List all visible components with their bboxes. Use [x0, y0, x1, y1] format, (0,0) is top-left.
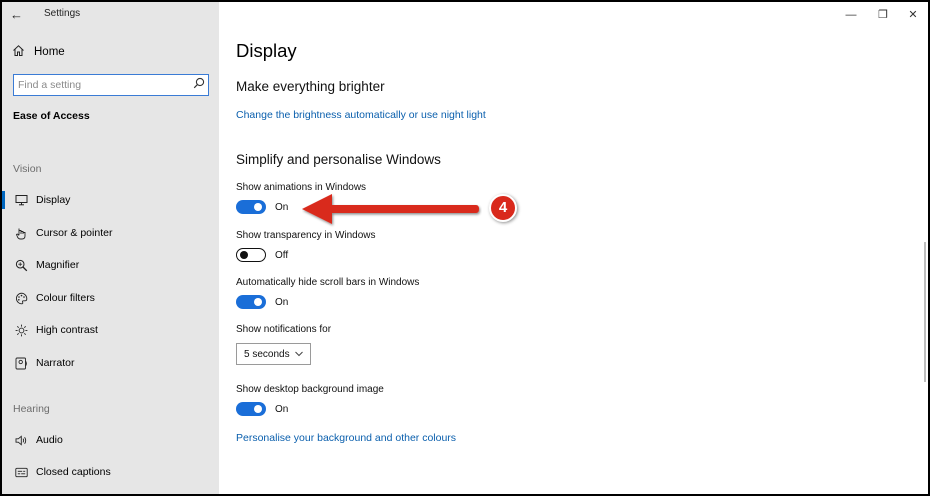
main-content: — ❐ ✕ Display Make everything brighter C… — [219, 2, 928, 494]
toggle-knob — [239, 250, 248, 259]
search-box[interactable] — [13, 74, 209, 96]
toggle-knob — [254, 298, 262, 306]
minimize-button[interactable]: — — [837, 6, 865, 24]
sidebar-item-label: Colour filters — [36, 292, 95, 304]
toggle-knob — [254, 405, 262, 413]
brighter-heading: Make everything brighter — [236, 79, 385, 94]
sidebar-item-label: Audio — [36, 434, 63, 446]
magnifier-icon — [13, 259, 29, 272]
sidebar-item-label: High contrast — [36, 324, 98, 336]
minimize-icon: — — [845, 9, 857, 21]
simplify-heading: Simplify and personalise Windows — [236, 152, 441, 167]
group-label-hearing: Hearing — [13, 403, 50, 415]
animations-setting: On — [236, 198, 288, 216]
toggle-state: On — [275, 403, 289, 415]
transparency-toggle[interactable] — [236, 248, 266, 262]
monitor-icon — [13, 194, 29, 206]
sun-icon — [13, 324, 29, 337]
sidebar-item-label: Display — [36, 194, 71, 206]
settings-window: ← Settings Home Ease of Access Vision Di… — [2, 2, 928, 494]
personalise-link[interactable]: Personalise your background and other co… — [236, 432, 456, 444]
home-icon — [12, 44, 26, 60]
narrator-icon — [13, 357, 29, 370]
transparency-label: Show transparency in Windows — [236, 230, 376, 241]
group-label-vision: Vision — [13, 163, 42, 175]
transparency-setting: Off — [236, 246, 288, 264]
sidebar-item-display[interactable]: Display — [2, 189, 219, 211]
captions-icon — [13, 466, 29, 479]
search-icon[interactable] — [190, 76, 208, 94]
scrollbars-label: Automatically hide scroll bars in Window… — [236, 277, 420, 288]
search-input[interactable] — [14, 76, 190, 94]
sidebar-item-audio[interactable]: Audio — [2, 429, 219, 451]
toggle-state: On — [275, 296, 289, 308]
sidebar-item-label: Narrator — [36, 357, 75, 369]
sidebar-item-narrator[interactable]: Narrator — [2, 352, 219, 374]
close-button[interactable]: ✕ — [899, 6, 927, 24]
chevron-down-icon — [294, 347, 304, 366]
notifications-label: Show notifications for — [236, 324, 332, 335]
section-title: Ease of Access — [13, 110, 90, 122]
scrollbars-toggle[interactable] — [236, 295, 266, 309]
background-toggle[interactable] — [236, 402, 266, 416]
annotation-arrow — [302, 194, 479, 224]
animations-toggle[interactable] — [236, 200, 266, 214]
speaker-icon — [13, 434, 29, 447]
toggle-knob — [254, 203, 262, 211]
background-setting: On — [236, 400, 288, 418]
scrollbars-setting: On — [236, 293, 288, 311]
step-badge: 4 — [489, 194, 517, 222]
sidebar-item-magnifier[interactable]: Magnifier — [2, 254, 219, 276]
restore-icon: ❐ — [878, 9, 888, 21]
sidebar-item-colour-filters[interactable]: Colour filters — [2, 287, 219, 309]
sidebar-item-label: Cursor & pointer — [36, 227, 113, 239]
close-icon: ✕ — [908, 9, 918, 21]
back-button[interactable]: ← — [10, 6, 32, 24]
palette-icon — [13, 292, 29, 305]
maximize-button[interactable]: ❐ — [869, 6, 897, 24]
app-title: Settings — [44, 8, 81, 19]
sidebar-item-label: Magnifier — [36, 259, 80, 271]
dropdown-value: 5 seconds — [244, 348, 290, 360]
back-arrow-icon: ← — [10, 7, 23, 22]
sidebar-item-label: Home — [34, 46, 65, 58]
notifications-dropdown[interactable]: 5 seconds — [236, 343, 311, 365]
sidebar: ← Settings Home Ease of Access Vision Di… — [2, 2, 219, 494]
scrollbar[interactable] — [924, 242, 926, 382]
background-label: Show desktop background image — [236, 384, 384, 395]
page-title: Display — [236, 40, 297, 61]
cursor-icon — [13, 227, 29, 240]
sidebar-item-high-contrast[interactable]: High contrast — [2, 319, 219, 341]
sidebar-item-label: Closed captions — [36, 466, 111, 478]
toggle-state: On — [275, 201, 289, 213]
sidebar-item-home[interactable]: Home — [12, 42, 65, 62]
brightness-link[interactable]: Change the brightness automatically or u… — [236, 109, 486, 121]
toggle-state: Off — [275, 249, 289, 261]
sidebar-item-cursor-pointer[interactable]: Cursor & pointer — [2, 222, 219, 244]
sidebar-item-closed-captions[interactable]: Closed captions — [2, 461, 219, 483]
